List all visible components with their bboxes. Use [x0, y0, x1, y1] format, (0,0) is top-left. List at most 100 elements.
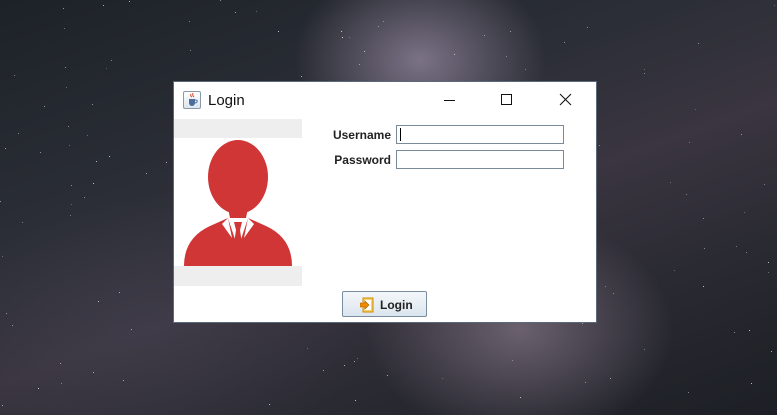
star	[69, 145, 70, 146]
star	[484, 35, 485, 36]
title-bar[interactable]: Login	[174, 82, 596, 119]
star	[0, 201, 1, 202]
login-button[interactable]: Login	[342, 291, 427, 317]
star	[341, 31, 342, 32]
star	[520, 397, 521, 398]
star	[64, 28, 65, 29]
star	[771, 351, 772, 352]
star	[774, 5, 775, 6]
star	[301, 76, 302, 77]
star	[744, 212, 745, 213]
star	[768, 272, 769, 273]
password-field[interactable]	[396, 150, 564, 169]
star	[741, 134, 742, 135]
star	[746, 252, 747, 253]
star	[342, 37, 343, 38]
star	[2, 405, 3, 406]
star	[688, 392, 689, 393]
star	[510, 31, 511, 32]
star	[525, 69, 526, 70]
star	[22, 222, 23, 223]
star	[695, 109, 696, 110]
window-content: Username Password Login	[174, 119, 596, 322]
star	[764, 184, 765, 185]
star	[585, 382, 586, 383]
star	[269, 404, 270, 405]
username-label: Username	[332, 128, 391, 142]
close-icon	[559, 93, 572, 106]
star	[71, 185, 72, 186]
username-field[interactable]	[396, 125, 564, 144]
star	[359, 64, 360, 65]
star	[734, 332, 735, 333]
star	[564, 42, 565, 43]
star	[307, 348, 308, 349]
star	[96, 161, 97, 162]
star	[704, 248, 705, 249]
login-window: Login Username Password Login	[174, 82, 596, 322]
star	[61, 383, 62, 384]
star	[235, 12, 236, 13]
window-title: Login	[208, 92, 245, 109]
star	[768, 262, 769, 263]
star	[103, 5, 104, 6]
star	[18, 133, 19, 134]
close-button[interactable]	[536, 82, 594, 119]
star	[364, 51, 365, 52]
user-avatar-icon	[184, 140, 292, 266]
star	[98, 301, 99, 302]
star	[751, 383, 752, 384]
star	[70, 215, 71, 216]
star	[5, 148, 6, 149]
star	[686, 194, 687, 195]
star	[605, 286, 606, 287]
avatar-band-top	[174, 119, 302, 138]
star	[44, 106, 45, 107]
star	[256, 11, 257, 12]
star	[749, 330, 750, 331]
star	[354, 361, 355, 362]
minimize-button[interactable]	[420, 82, 478, 119]
star	[65, 67, 66, 68]
star	[93, 183, 94, 184]
star	[736, 246, 737, 247]
star	[40, 152, 41, 153]
star	[109, 156, 110, 157]
text-caret	[400, 128, 401, 141]
star	[189, 21, 190, 22]
star	[698, 43, 699, 44]
star	[60, 363, 61, 364]
login-arrow-icon	[360, 297, 374, 313]
maximize-button[interactable]	[478, 82, 536, 119]
star	[703, 286, 704, 287]
star	[378, 26, 379, 27]
star	[644, 349, 645, 350]
star	[689, 142, 690, 143]
star	[106, 68, 107, 69]
star	[84, 197, 85, 198]
star	[383, 21, 384, 22]
maximize-icon	[501, 94, 512, 105]
star	[71, 204, 72, 205]
star	[129, 1, 130, 2]
star	[68, 126, 69, 127]
star	[349, 37, 350, 38]
star	[12, 325, 13, 326]
star	[355, 400, 356, 401]
star	[610, 378, 611, 379]
minimize-icon	[444, 100, 455, 101]
password-label: Password	[334, 153, 391, 167]
star	[190, 50, 191, 51]
star	[442, 378, 443, 379]
star	[92, 104, 93, 105]
star	[344, 365, 345, 366]
star	[2, 256, 3, 257]
star	[674, 270, 675, 271]
star	[220, 0, 221, 1]
java-cup-icon	[183, 91, 201, 109]
star	[454, 54, 455, 55]
avatar-panel	[174, 119, 302, 286]
star	[63, 8, 64, 9]
star	[387, 375, 388, 376]
star	[613, 293, 614, 294]
